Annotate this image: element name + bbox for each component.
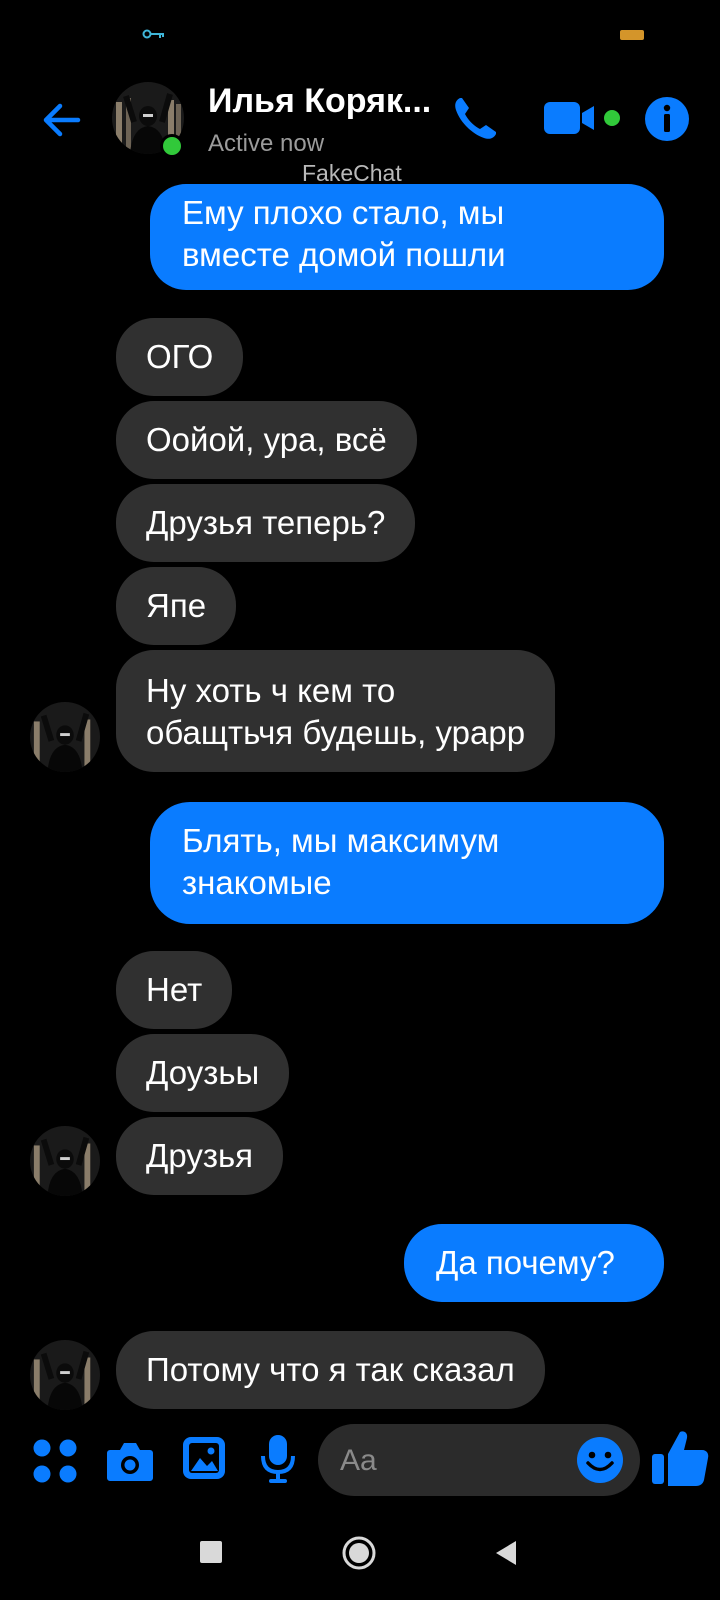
message-input-placeholder: Aa (340, 1444, 377, 1477)
message-text: Да почему? (436, 1244, 615, 1281)
message-bubble-outgoing[interactable]: Ему плохо стало, мы вместе домой пошли (150, 184, 664, 290)
message-text: Доузьы (146, 1054, 260, 1091)
message-text: Ему плохо стало, мы (182, 194, 505, 231)
message-text: Друзья теперь? (146, 504, 386, 541)
message-bubble-outgoing[interactable]: Да почему? (404, 1224, 664, 1302)
message-text: Потому что я так сказал (146, 1351, 515, 1388)
video-call-icon[interactable] (544, 100, 598, 136)
message-text: Ну хоть ч кем то (146, 672, 396, 709)
menu-dots-icon[interactable] (32, 1438, 78, 1484)
message-bubble-incoming[interactable]: Япе (116, 567, 237, 645)
sender-avatar[interactable] (30, 1340, 100, 1410)
status-bar (0, 0, 720, 70)
message-bubble-incoming[interactable]: Ну хоть ч кем то обащтьчя будешь, урарр (116, 650, 556, 772)
message-text: знакомые (182, 864, 332, 901)
message-bubble-incoming[interactable]: Потому что я так сказал (116, 1331, 545, 1409)
emoji-icon[interactable] (576, 1436, 624, 1484)
video-online-dot (604, 110, 620, 126)
message-text: Япе (146, 587, 207, 624)
message-bubble-incoming[interactable]: Нет (116, 951, 233, 1029)
message-text: ОГО (146, 338, 214, 375)
watermark: FakeChat (302, 160, 402, 186)
home-icon[interactable] (341, 1535, 377, 1571)
message-bubble-outgoing[interactable]: Блять, мы максимум знакомые (150, 802, 664, 924)
sender-avatar[interactable] (30, 702, 100, 772)
message-bubble-incoming[interactable]: Доузьы (116, 1034, 290, 1112)
microphone-icon[interactable] (260, 1434, 296, 1484)
message-text: Блять, мы максимум (182, 822, 500, 859)
back-nav-icon[interactable] (494, 1540, 518, 1566)
message-bubble-incoming[interactable]: ОГО (116, 318, 244, 396)
info-icon[interactable] (644, 96, 690, 142)
back-arrow-icon[interactable] (38, 96, 86, 144)
message-text: Друзья (146, 1137, 254, 1174)
online-indicator (160, 134, 184, 158)
contact-name[interactable]: Илья Коряк... (208, 82, 431, 121)
message-bubble-incoming[interactable]: Оойой, ура, всё (116, 401, 417, 479)
contact-status: Active now (208, 130, 325, 157)
message-text: вместе домой пошли (182, 236, 506, 273)
sender-avatar[interactable] (30, 1126, 100, 1196)
key-icon (142, 29, 164, 39)
recent-apps-icon[interactable] (200, 1541, 222, 1563)
message-bubble-incoming[interactable]: Друзья теперь? (116, 484, 416, 562)
thumbs-up-icon[interactable] (650, 1428, 710, 1488)
phone-call-icon[interactable] (450, 92, 502, 144)
battery-icon (620, 30, 644, 40)
message-bubble-incoming[interactable]: Друзья (116, 1117, 284, 1195)
message-text: Нет (146, 971, 203, 1008)
message-text: Оойой, ура, всё (146, 421, 387, 458)
gallery-icon[interactable] (182, 1436, 226, 1480)
camera-icon[interactable] (106, 1440, 154, 1482)
message-text: обащтьчя будешь, урарр (146, 714, 526, 751)
